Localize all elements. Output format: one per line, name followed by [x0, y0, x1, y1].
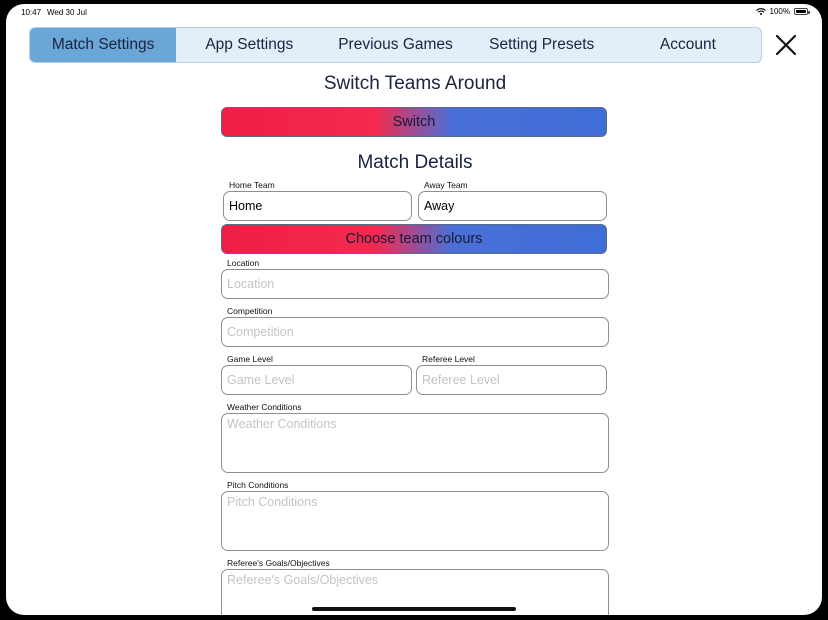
status-time: 10:47	[21, 8, 42, 17]
game-level-group: Game Level Game Level	[221, 353, 412, 395]
battery-percent: 100%	[769, 7, 790, 16]
location-input[interactable]: Location	[221, 269, 609, 299]
away-team-input[interactable]: Away	[418, 191, 607, 221]
game-level-label: Game Level	[227, 354, 273, 364]
app-window: 10:47 Wed 30 Jul 100% Match Settings App…	[6, 4, 822, 615]
tab-app-settings[interactable]: App Settings	[176, 28, 322, 62]
match-settings-form: Switch Teams Around Switch Match Details…	[221, 70, 609, 615]
battery-level	[796, 10, 806, 13]
status-bar: 10:47 Wed 30 Jul 100%	[6, 4, 822, 20]
competition-label: Competition	[227, 306, 273, 316]
match-details-title: Match Details	[357, 152, 473, 173]
home-team-label: Home Team	[229, 180, 275, 190]
referee-level-group: Referee Level Referee Level	[416, 353, 607, 395]
settings-tab-bar: Match Settings App Settings Previous Gam…	[29, 27, 762, 63]
tab-account[interactable]: Account	[615, 28, 761, 62]
battery-icon	[794, 8, 810, 15]
status-date: Wed 30 Jul	[47, 8, 87, 17]
battery-tip	[808, 11, 810, 14]
referee-level-label: Referee Level	[422, 354, 475, 364]
competition-input[interactable]: Competition	[221, 317, 609, 347]
away-team-group: Away Team Away	[418, 179, 609, 221]
location-label: Location	[227, 258, 260, 268]
pitch-conditions-input[interactable]: Pitch Conditions	[221, 491, 609, 551]
levels-row: Game Level Game Level Referee Level Refe…	[221, 353, 609, 395]
game-level-input[interactable]: Game Level	[221, 365, 412, 395]
switch-button[interactable]: Switch	[221, 107, 607, 137]
weather-conditions-label: Weather Conditions	[227, 402, 302, 412]
switch-teams-title: Switch Teams Around	[323, 73, 507, 94]
tab-setting-presets[interactable]: Setting Presets	[469, 28, 615, 62]
away-team-label: Away Team	[424, 180, 468, 190]
referee-level-input[interactable]: Referee Level	[416, 365, 607, 395]
weather-conditions-input[interactable]: Weather Conditions	[221, 413, 609, 473]
home-indicator[interactable]	[312, 607, 516, 611]
choose-team-colours-button[interactable]: Choose team colours	[221, 224, 607, 254]
wifi-icon	[755, 8, 766, 15]
home-team-group: Home Team Home	[223, 179, 414, 221]
tab-match-settings[interactable]: Match Settings	[30, 28, 177, 62]
status-indicators: 100%	[755, 7, 810, 16]
close-icon[interactable]	[774, 33, 798, 57]
referee-goals-label: Referee's Goals/Objectives	[227, 558, 330, 568]
team-names-row: Home Team Home Away Team Away	[221, 179, 609, 221]
pitch-conditions-label: Pitch Conditions	[227, 480, 289, 490]
home-team-input[interactable]: Home	[223, 191, 412, 221]
tab-previous-games[interactable]: Previous Games	[322, 28, 468, 62]
